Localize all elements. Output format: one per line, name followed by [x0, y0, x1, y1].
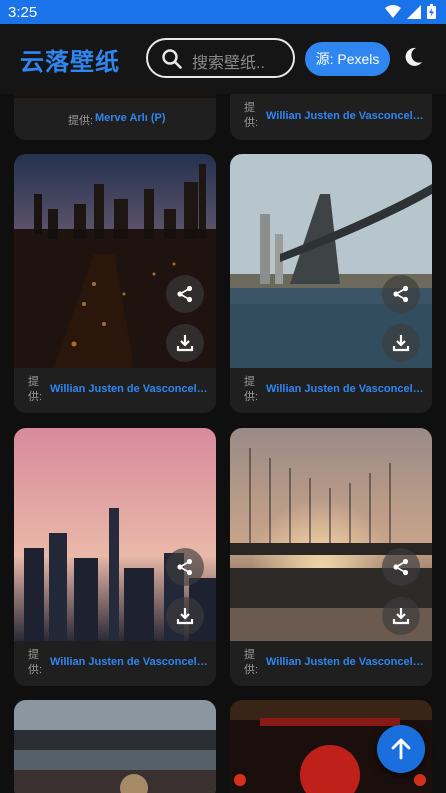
provided-label: 提供: — [28, 649, 43, 676]
download-icon — [392, 608, 410, 625]
provided-label: 提供: — [68, 115, 94, 127]
back-to-top-button[interactable] — [377, 725, 425, 773]
status-icons — [385, 4, 436, 19]
card-footer: 提供: Willian Justen de Vasconcellos — [230, 368, 432, 412]
author-link[interactable]: Willian Justen de Vasconcellos — [266, 383, 426, 395]
share-button[interactable] — [166, 548, 204, 586]
status-time: 3:25 — [8, 4, 38, 21]
author-link[interactable]: Willian Justen de Vasconcellos — [266, 110, 426, 122]
card-footer: 提供: Merve Arlı (P) — [14, 98, 216, 140]
download-button[interactable] — [166, 324, 204, 362]
wallpaper-card[interactable]: 提供: Willian Justen de Vasconcellos — [14, 154, 216, 413]
wallpaper-card[interactable]: 提供: Willian Justen de Vasconcellos — [230, 94, 432, 140]
provided-label: 提供: — [244, 376, 259, 403]
share-icon — [177, 285, 193, 303]
wallpaper-card[interactable]: 提供: Willian Justen de Vasconcellos — [230, 428, 432, 686]
source-select-button[interactable]: 源: Pexels — [305, 42, 390, 76]
share-button[interactable] — [382, 275, 420, 313]
download-icon — [176, 335, 194, 352]
app-title: 云落壁纸 — [20, 49, 120, 76]
provided-label: 提供: — [28, 376, 43, 403]
card-footer: 提供: Willian Justen de Vasconcellos — [230, 641, 432, 685]
card-footer: 提供: Willian Justen de Vasconcellos — [14, 641, 216, 685]
share-icon — [393, 285, 409, 303]
wallpaper-grid[interactable]: 提供: Merve Arlı (P) 提供: Willian Justen de… — [0, 94, 446, 793]
search-input[interactable]: 搜索壁纸.. — [146, 38, 295, 78]
app-header: 云落壁纸 搜索壁纸.. 源: Pexels — [0, 24, 446, 94]
wallpaper-image[interactable] — [14, 700, 216, 793]
download-button[interactable] — [382, 324, 420, 362]
download-icon — [392, 335, 410, 352]
arrow-up-icon — [391, 738, 411, 760]
signal-icon — [407, 4, 421, 19]
wallpaper-card[interactable]: 提供: Willian Justen de Vasconcellos — [14, 428, 216, 686]
download-button[interactable] — [382, 597, 420, 635]
status-bar: 3:25 — [0, 0, 446, 24]
card-footer: 提供: Willian Justen de Vasconcellos — [14, 368, 216, 412]
wifi-icon — [385, 4, 401, 18]
provided-label: 提供: — [244, 102, 259, 129]
battery-icon — [427, 4, 436, 19]
share-icon — [177, 558, 193, 576]
download-icon — [176, 608, 194, 625]
provided-label: 提供: — [244, 649, 259, 676]
search-icon — [162, 49, 182, 69]
card-footer: 提供: Willian Justen de Vasconcellos — [230, 94, 432, 140]
wallpaper-card[interactable]: 提供: Willian Justen de Vasconcellos — [230, 154, 432, 413]
wallpaper-card[interactable]: 提供: Merve Arlı (P) — [14, 94, 216, 140]
author-link[interactable]: Willian Justen de Vasconcellos — [50, 656, 210, 668]
wallpaper-card[interactable] — [14, 700, 216, 793]
author-link[interactable]: Willian Justen de Vasconcellos — [266, 656, 426, 668]
search-placeholder: 搜索壁纸.. — [192, 55, 265, 72]
author-link[interactable]: Merve Arlı (P) — [95, 112, 205, 124]
share-button[interactable] — [166, 275, 204, 313]
share-button[interactable] — [382, 548, 420, 586]
author-link[interactable]: Willian Justen de Vasconcellos — [50, 383, 210, 395]
share-icon — [393, 558, 409, 576]
download-button[interactable] — [166, 597, 204, 635]
moon-icon[interactable] — [402, 46, 424, 68]
